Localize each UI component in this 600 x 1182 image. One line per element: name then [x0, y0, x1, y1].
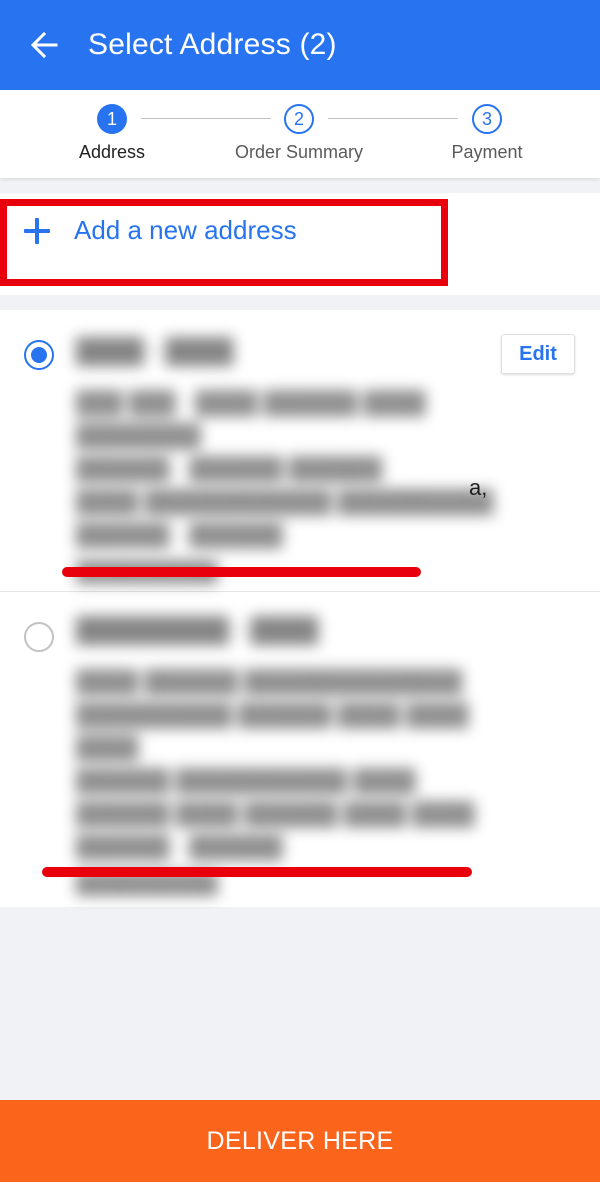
address-list: ████ · ████ ███ ███ · ████ ██████ ████ █…: [0, 310, 600, 907]
address-line: ██████ ███████████ ████: [76, 768, 416, 793]
step-payment: 3 Payment: [407, 104, 567, 163]
edit-address-button[interactable]: Edit: [501, 334, 575, 374]
checkout-stepper: 1 Address 2 Order Summary 3 Payment: [0, 90, 600, 178]
step-number: 1: [97, 104, 127, 134]
address-line: ██████ ████ ██████ ████ ████: [76, 801, 475, 826]
address-radio-unselected[interactable]: [24, 622, 54, 652]
address-name: █████████ · ████: [76, 617, 319, 644]
annotation-underline: [62, 567, 421, 577]
address-line: ████ ██████ ██████████████: [76, 669, 463, 694]
step-number: 2: [284, 104, 314, 134]
step-label: Payment: [451, 142, 523, 162]
address-card[interactable]: █████████ · ████ ████ ██████ ███████████…: [0, 593, 600, 907]
address-details: █████████ · ████ ████ ██████ ███████████…: [76, 617, 496, 896]
deliver-here-button[interactable]: DELIVER HERE: [0, 1100, 600, 1182]
annotation-highlight-box: [0, 199, 448, 286]
step-address: 1 Address: [32, 104, 192, 163]
address-line-suffix: a,: [469, 475, 488, 500]
back-button[interactable]: [0, 0, 88, 90]
address-card[interactable]: ████ · ████ ███ ███ · ████ ██████ ████ █…: [0, 310, 600, 592]
address-line: ██████ · ██████ ██████: [76, 456, 383, 481]
step-order-summary: 2 Order Summary: [219, 104, 379, 163]
address-radio-selected[interactable]: [24, 340, 54, 370]
address-line: ██████████ ██████ ████ ████ ████: [76, 702, 469, 760]
address-line: ██████ · ██████: [76, 834, 283, 859]
page-title: Select Address (2): [88, 28, 337, 61]
address-line: ████ ████████████ ██████████: [76, 489, 494, 514]
annotation-underline: [42, 867, 472, 877]
address-line: ███ ███ · ████ ██████ ████ ████████: [76, 390, 426, 448]
step-label: Order Summary: [234, 142, 364, 162]
app-bar: Select Address (2): [0, 0, 600, 90]
address-line: ██████ · ██████: [76, 522, 283, 547]
step-label: Address: [78, 142, 146, 162]
arrow-left-icon: [30, 31, 58, 59]
address-name: ████ · ████: [76, 338, 234, 365]
step-number: 3: [472, 104, 502, 134]
address-details: ████ · ████ ███ ███ · ████ ██████ ████ █…: [76, 338, 496, 584]
